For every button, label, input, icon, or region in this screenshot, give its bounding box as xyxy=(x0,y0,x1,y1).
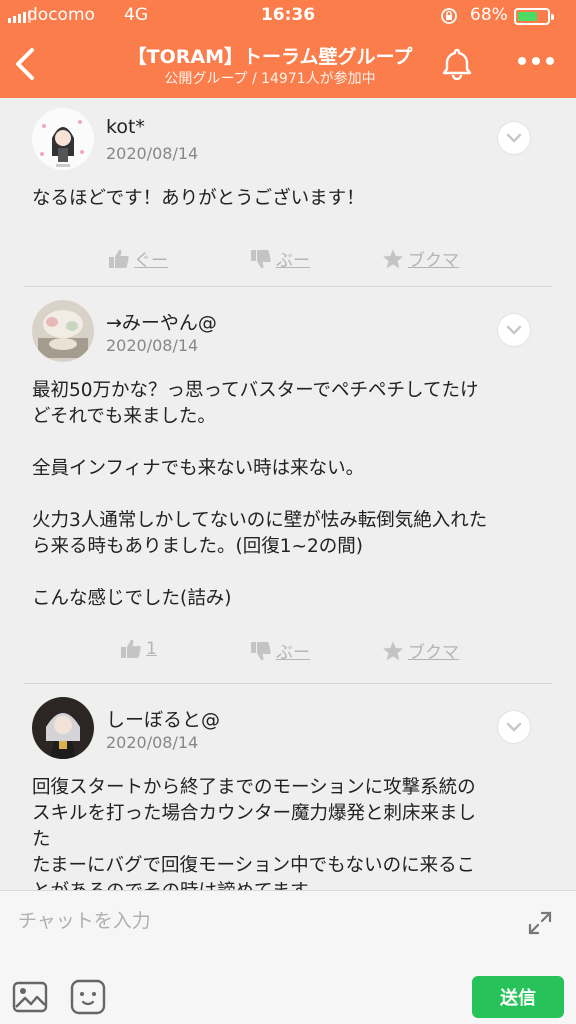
dislike-label: ぶー xyxy=(276,251,310,271)
avatar[interactable] xyxy=(32,108,94,170)
dislike-button[interactable]: ぶー xyxy=(250,638,310,663)
thumbs-down-icon xyxy=(251,249,271,268)
group-subtitle: 公開グループ / 14971人が参加中 xyxy=(164,71,376,87)
rotation-lock-icon xyxy=(441,8,457,24)
like-button[interactable]: ぐー xyxy=(108,246,168,271)
star-icon xyxy=(383,641,403,660)
post-menu-button[interactable] xyxy=(498,122,530,154)
post-menu-button[interactable] xyxy=(498,314,530,346)
post-text-line: なるほどです！ありがとうございます！ xyxy=(32,188,365,209)
star-icon xyxy=(383,249,403,268)
status-bar: docomo 4G 16:36 68% xyxy=(0,0,576,32)
bookmark-label: ブクマ xyxy=(408,251,459,271)
post-text-line: とがあるのでその時は諦めてます xyxy=(32,879,544,890)
post-divider xyxy=(24,286,552,287)
bookmark-button[interactable]: ブクマ xyxy=(382,638,459,663)
like-button[interactable]: 1 xyxy=(120,638,157,660)
battery-icon xyxy=(514,8,554,25)
thumbs-down-icon xyxy=(251,641,271,660)
post-text-line: こんな感じでした(詰み) xyxy=(32,588,232,609)
like-label: ぐー xyxy=(134,251,168,271)
battery-percent: 68% xyxy=(470,5,508,25)
app-header: docomo 4G 16:36 68% 【TORAM】トーラム壁グループ 公開グ… xyxy=(0,0,576,98)
post-body: 回復スタートから終了までのモーションに攻撃系統の スキルを打った場合カウンター魔… xyxy=(32,775,544,890)
dislike-label: ぶー xyxy=(276,643,310,663)
post-actions: 1 ぶー ブクマ xyxy=(108,638,528,664)
bookmark-button[interactable]: ブクマ xyxy=(382,246,459,271)
post-username[interactable]: →みーやん@ xyxy=(106,308,217,335)
post-date: 2020/08/14 xyxy=(106,336,199,355)
thumbs-up-icon xyxy=(121,639,141,658)
post-item: しーぼると@ 2020/08/14 回復スタートから終了までのモーションに攻撃系… xyxy=(24,695,552,890)
like-count: 1 xyxy=(146,639,157,659)
send-button[interactable]: 送信 xyxy=(472,976,564,1018)
post-text-line: スキルを打った場合カウンター魔力爆発と刺床来まし xyxy=(32,803,477,824)
post-text-line: 全員インフィナでも来ない時は来ない。 xyxy=(32,458,365,479)
post-text-line: 最初50万かな？っ思ってバスターでペチペチしてたけ xyxy=(32,380,479,401)
chat-composer: 送信 xyxy=(0,890,576,1024)
expand-icon[interactable] xyxy=(526,909,554,937)
back-icon[interactable] xyxy=(12,44,40,84)
post-divider xyxy=(24,683,552,684)
post-text-line: 火力3人通常しかしてないのに壁が怯み転倒気絶入れた xyxy=(32,510,488,531)
post-text-line: どそれでも来ました。 xyxy=(32,406,216,427)
post-username[interactable]: kot* xyxy=(106,116,145,138)
avatar[interactable] xyxy=(32,697,94,759)
sticker-icon[interactable] xyxy=(70,979,106,1015)
post-feed[interactable]: kot* 2020/08/14 なるほどです！ありがとうございます！ ぐー ぶー… xyxy=(0,98,576,890)
avatar[interactable] xyxy=(32,300,94,362)
post-body: なるほどです！ありがとうございます！ xyxy=(32,186,544,212)
chevron-down-icon xyxy=(506,722,522,732)
chevron-down-icon xyxy=(506,133,522,143)
post-text-line: たまーにバグで回復モーション中でもないのに来るこ xyxy=(32,855,476,876)
more-icon[interactable] xyxy=(516,56,556,68)
image-icon[interactable] xyxy=(12,979,48,1015)
chat-input[interactable] xyxy=(18,905,498,937)
dislike-button[interactable]: ぶー xyxy=(250,246,310,271)
group-title: 【TORAM】トーラム壁グループ xyxy=(127,46,413,68)
post-item: kot* 2020/08/14 なるほどです！ありがとうございます！ ぐー ぶー… xyxy=(24,106,552,282)
chevron-down-icon xyxy=(506,325,522,335)
post-text-line: ら来る時もありました。(回復1~2の間) xyxy=(32,536,363,557)
post-date: 2020/08/14 xyxy=(106,144,199,163)
post-text-line: た xyxy=(32,829,51,850)
post-username[interactable]: しーぼると@ xyxy=(106,705,220,732)
post-text-line: 回復スタートから終了までのモーションに攻撃系統の xyxy=(32,777,476,798)
thumbs-up-icon xyxy=(109,249,129,268)
post-item: →みーやん@ 2020/08/14 最初50万かな？っ思ってバスターでペチペチし… xyxy=(24,298,552,678)
post-date: 2020/08/14 xyxy=(106,733,199,752)
post-body: 最初50万かな？っ思ってバスターでペチペチしてたけ どそれでも来ました。 全員イ… xyxy=(32,378,544,612)
bell-icon[interactable] xyxy=(440,46,474,80)
post-menu-button[interactable] xyxy=(498,711,530,743)
bookmark-label: ブクマ xyxy=(408,643,459,663)
post-actions: ぐー ぶー ブクマ xyxy=(108,246,528,272)
